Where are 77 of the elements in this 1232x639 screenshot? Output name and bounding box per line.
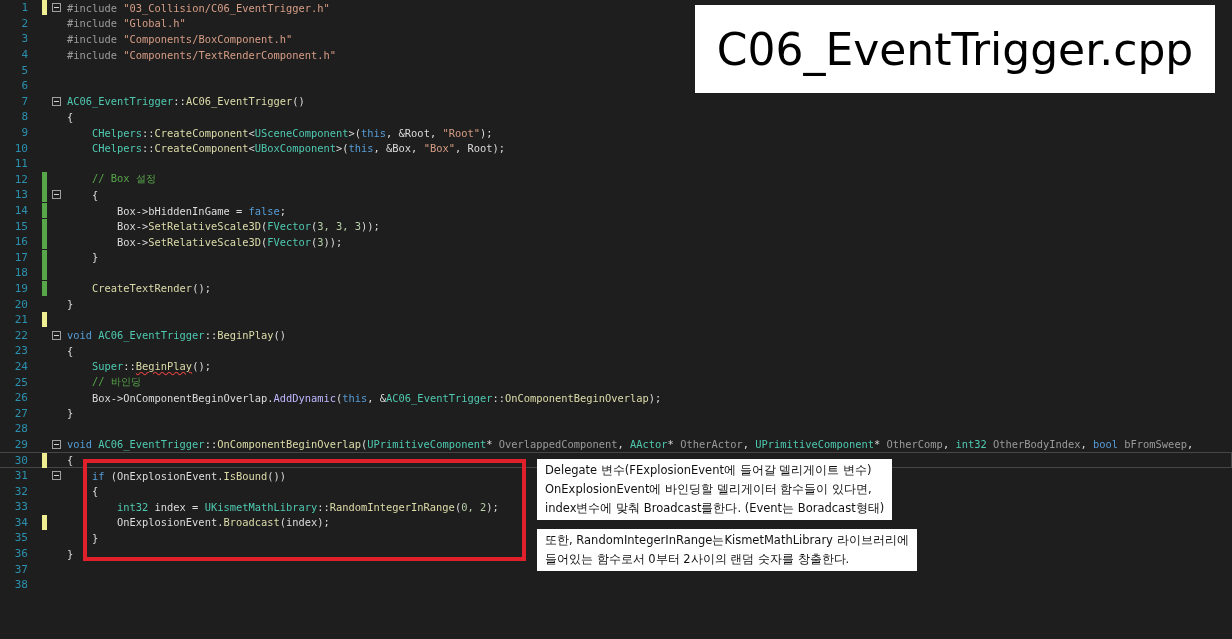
code-line: // 바인딩 <box>91 375 141 390</box>
line-number: 12 <box>13 172 28 186</box>
line-number: 14 <box>13 204 28 217</box>
line-number: 5 <box>20 63 28 77</box>
collapse-icon[interactable] <box>52 190 61 200</box>
code-line: } <box>67 547 74 560</box>
code-line: AC06_EventTrigger::AC06_EventTrigger() <box>67 95 305 108</box>
collapse-icon[interactable] <box>52 471 61 481</box>
line-number: 24 <box>13 359 28 373</box>
line-number: 16 <box>13 235 28 249</box>
code-line: // Box 설정 <box>91 172 156 187</box>
code-line: } <box>67 407 74 420</box>
code-line: { <box>91 188 99 201</box>
code-line: } <box>91 251 99 264</box>
line-number: 4 <box>20 48 28 62</box>
code-line: { <box>67 454 74 466</box>
line-number: 9 <box>20 126 28 140</box>
line-number: 25 <box>13 375 28 389</box>
code-line: #include "03_Collision/C06_EventTrigger.h" <box>67 1 330 14</box>
code-line: if (OnExplosionEvent.IsBound()) <box>91 469 286 482</box>
code-line: OnExplosionEvent.Broadcast(index); <box>116 516 330 529</box>
code-line: #include "Components/BoxComponent.h" <box>67 33 293 45</box>
code-line: void AC06_EventTrigger::BeginPlay() <box>67 329 286 342</box>
line-number: 34 <box>13 515 28 529</box>
line-number: 2 <box>20 16 28 30</box>
collapse-icon[interactable] <box>52 96 61 106</box>
line-number: 18 <box>13 266 28 280</box>
annotation-note: Delegate 변수(FExplosionEvent에 들어갈 델리게이트 변수) OnExplosionEvent에 바인딩할 델리게이터 함수들이 있다면, index변수에 맞춰 Broadcast를한다. (Event는 Boradcast형태) <box>537 459 893 520</box>
line-number: 31 <box>13 469 28 483</box>
code-line: } <box>67 298 74 311</box>
line-number: 6 <box>20 79 28 93</box>
code-line: { <box>67 344 74 357</box>
line-number: 13 <box>13 188 28 202</box>
line-number: 27 <box>13 406 28 420</box>
line-number: 21 <box>13 313 28 327</box>
line-number: 28 <box>13 422 28 436</box>
line-number: 30 <box>13 453 28 467</box>
code-line: #include "Components/TextRenderComponent.h" <box>67 48 336 61</box>
code-line: #include "Global.h" <box>67 17 186 30</box>
code-line: void AC06_EventTrigger::OnComponentBeginOverlap(UPrimitiveComponent* OverlappedComponent, AActor* OtherActor, UPrimitiveComponent* OtherComp, int32 OtherBodyIndex, bool bFromSweep, <box>67 438 1194 451</box>
line-number: 22 <box>13 328 28 342</box>
line-number: 15 <box>13 219 28 233</box>
code-line: { <box>67 110 74 123</box>
code-line: Box->SetRelativeScale3D(FVector(3, 3, 3)); <box>116 220 380 233</box>
line-number: 23 <box>13 344 28 358</box>
line-number: 8 <box>20 110 28 124</box>
line-number: 17 <box>13 250 28 264</box>
collapse-icon[interactable] <box>52 439 61 449</box>
code-line: int32 index = UKismetMathLibrary::RandomIntegerInRange(0, 2); <box>116 500 499 513</box>
code-line: CHelpers::CreateComponent<USceneComponent>(this, &Root, "Root"); <box>91 126 493 139</box>
line-number: 3 <box>20 32 28 46</box>
line-number: 20 <box>13 297 28 311</box>
code-line: CreateTextRender(); <box>91 282 211 295</box>
code-line: Super::BeginPlay(); <box>91 360 211 373</box>
line-number: 26 <box>13 391 28 405</box>
line-number: 1 <box>20 1 28 15</box>
code-line: Box->OnComponentBeginOverlap.AddDynamic(this, &AC06_EventTrigger::OnComponentBeginOverlap); <box>91 391 662 404</box>
code-line: Box->bHiddenInGame = false; <box>116 204 286 217</box>
line-number: 19 <box>13 282 28 295</box>
collapse-icon[interactable] <box>52 3 61 13</box>
line-number: 29 <box>13 437 28 451</box>
line-number: 33 <box>13 500 28 514</box>
line-number: 11 <box>13 157 28 171</box>
line-number: 37 <box>13 562 28 576</box>
annotation-note: 또한, RandomIntegerInRange는KismetMathLibrary 라이브러리에 들어있는 함수로서 0부터 2사이의 랜덤 숫자를 창출한다. <box>537 529 917 571</box>
file-title: C06_EventTrigger.cpp <box>695 5 1215 93</box>
line-number: 10 <box>13 141 28 155</box>
code-line: } <box>91 532 99 544</box>
line-number: 7 <box>20 94 28 108</box>
line-number: 35 <box>13 531 28 545</box>
code-line: Box->SetRelativeScale3D(FVector(3)); <box>116 235 343 248</box>
code-line: CHelpers::CreateComponent<UBoxComponent>(this, &Box, "Box", Root); <box>91 142 505 155</box>
line-number: 32 <box>13 484 28 498</box>
code-line: { <box>91 485 99 498</box>
line-number: 38 <box>13 578 28 592</box>
line-number: 36 <box>13 547 28 561</box>
collapse-icon[interactable] <box>52 330 61 340</box>
